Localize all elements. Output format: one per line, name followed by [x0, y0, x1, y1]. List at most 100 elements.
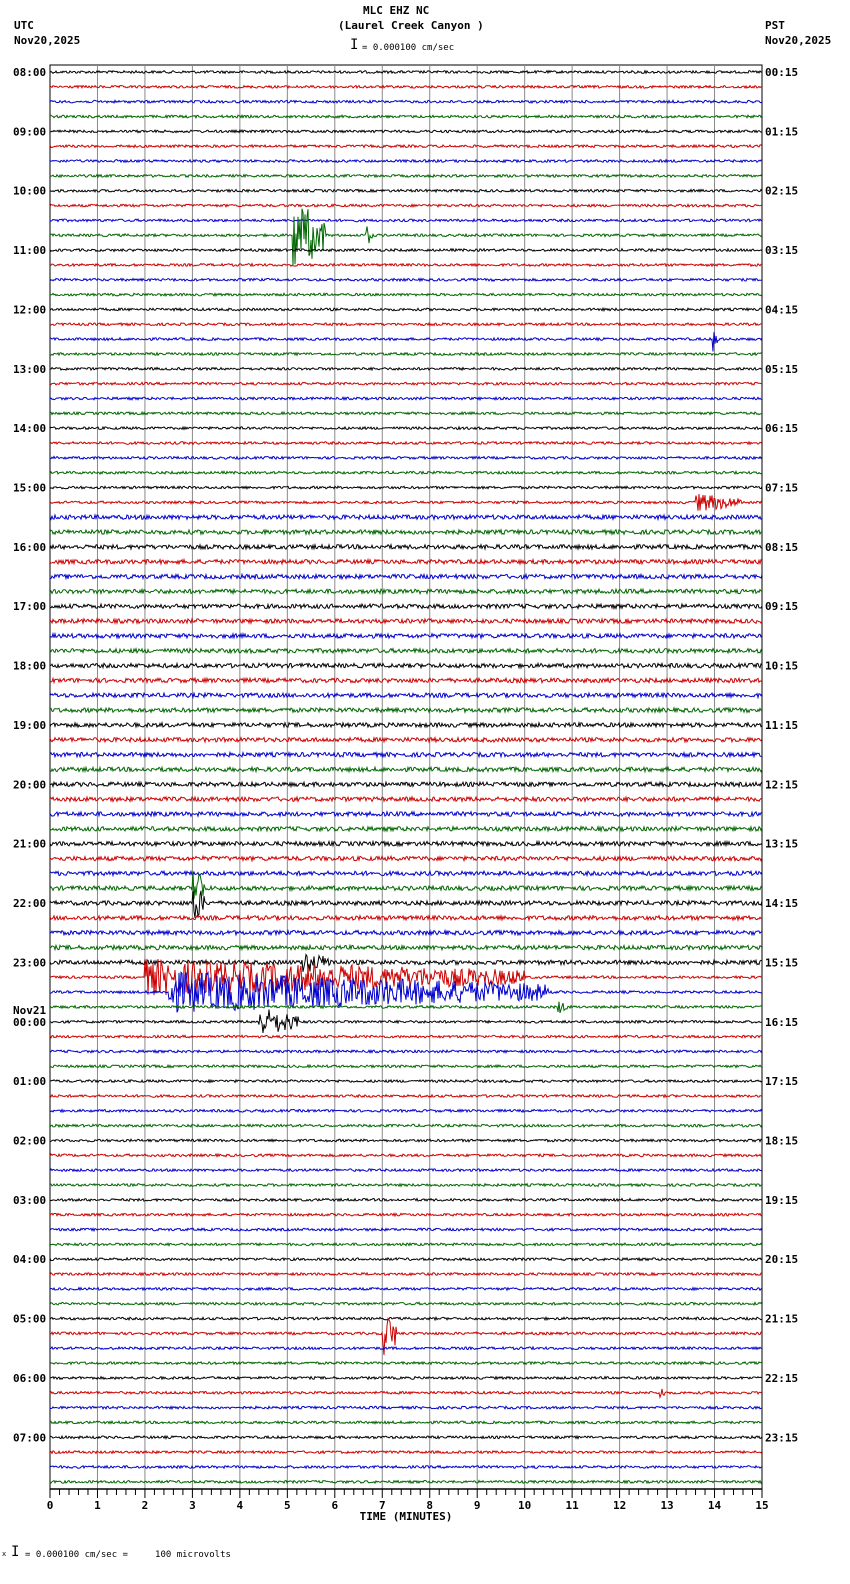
trace-26	[49, 455, 763, 461]
right-hour-label: 10:15	[765, 660, 798, 673]
trace-45	[49, 735, 763, 744]
right-hour-label: 23:15	[765, 1431, 798, 1444]
right-hour-label: 21:15	[765, 1313, 798, 1326]
right-hour-label: 01:15	[765, 125, 798, 138]
x-axis-label: TIME (MINUTES)	[360, 1510, 453, 1523]
trace-53	[49, 854, 763, 863]
trace-66	[49, 1048, 763, 1054]
right-hour-label: 11:15	[765, 719, 798, 732]
x-tick-label: 11	[566, 1499, 580, 1512]
trace-49	[49, 795, 763, 804]
trace-7	[49, 173, 763, 179]
trace-8	[49, 188, 763, 194]
left-hour-label: 07:00	[13, 1431, 46, 1444]
trace-21	[49, 381, 762, 386]
trace-41	[49, 676, 763, 685]
trace-12	[49, 247, 763, 253]
trace-57	[49, 913, 763, 923]
trace-50	[49, 810, 763, 818]
left-hour-label: 17:00	[13, 600, 46, 613]
left-hour-label: 11:00	[13, 244, 46, 257]
right-hour-label: 13:15	[765, 838, 798, 851]
trace-95	[49, 1479, 763, 1485]
trace-64	[49, 1009, 763, 1034]
left-hour-label: 02:00	[13, 1134, 46, 1147]
trace-39	[49, 647, 763, 655]
right-hour-label: 05:15	[765, 363, 798, 376]
left-hour-label: 18:00	[13, 660, 46, 673]
trace-24	[49, 425, 763, 431]
right-hour-label: 17:15	[765, 1075, 798, 1088]
trace-92	[49, 1434, 763, 1440]
trace-27	[49, 470, 763, 476]
left-hour-label: 16:00	[13, 541, 46, 554]
trace-10	[49, 217, 763, 223]
trace-83	[49, 1301, 763, 1307]
footer-prefix: x	[2, 1550, 7, 1558]
left-hour-label: 03:00	[13, 1194, 46, 1207]
left-hour-label: 04:00	[13, 1253, 46, 1266]
trace-11	[50, 208, 763, 266]
trace-47	[49, 765, 763, 774]
left-hour-label: 15:00	[13, 482, 46, 495]
trace-80	[49, 1256, 763, 1262]
x-tick-label: 15	[755, 1499, 768, 1512]
left-hour-label: 10:00	[13, 185, 46, 198]
trace-63	[49, 1001, 763, 1014]
left-hour-label: 05:00	[13, 1313, 46, 1326]
trace-20	[49, 366, 763, 372]
trace-15	[49, 292, 763, 298]
trace-67	[49, 1063, 763, 1069]
trace-48	[49, 780, 763, 789]
x-tick-label: 14	[708, 1499, 722, 1512]
trace-84	[49, 1315, 763, 1322]
left-hour-label: 20:00	[13, 778, 46, 791]
right-hour-label: 20:15	[765, 1253, 798, 1266]
trace-5	[49, 143, 763, 149]
trace-76	[49, 1197, 763, 1203]
date-change-label: Nov21	[13, 1004, 46, 1017]
trace-54	[49, 869, 763, 878]
x-tick-label: 1	[94, 1499, 101, 1512]
trace-18	[49, 332, 763, 352]
trace-0	[49, 69, 763, 75]
trace-91	[49, 1419, 763, 1425]
trace-58	[49, 928, 763, 937]
left-hour-label: 23:00	[13, 956, 46, 969]
x-tick-label: 3	[189, 1499, 196, 1512]
trace-56	[49, 890, 763, 918]
x-tick-label: 5	[284, 1499, 291, 1512]
trace-25	[49, 440, 763, 446]
left-hour-label: 12:00	[13, 303, 46, 316]
right-hour-label: 16:15	[765, 1016, 798, 1029]
x-tick-label: 12	[613, 1499, 626, 1512]
trace-72	[49, 1138, 763, 1144]
x-tick-label: 2	[142, 1499, 149, 1512]
trace-30	[49, 513, 763, 522]
trace-37	[49, 617, 763, 626]
left-hour-label: 09:00	[13, 125, 46, 138]
right-hour-label: 06:15	[765, 422, 798, 435]
trace-44	[49, 720, 763, 729]
right-hour-label: 22:15	[765, 1372, 798, 1385]
right-hour-label: 02:15	[765, 185, 798, 198]
trace-33	[49, 557, 763, 566]
trace-61	[49, 958, 763, 996]
x-tick-label: 13	[660, 1499, 673, 1512]
trace-46	[49, 750, 763, 759]
trace-78	[49, 1227, 763, 1233]
left-hour-label: 00:00	[13, 1016, 46, 1029]
trace-87	[49, 1360, 763, 1366]
trace-23	[49, 410, 763, 416]
x-tick-label: 4	[237, 1499, 244, 1512]
right-hour-label: 15:15	[765, 956, 798, 969]
left-hour-label: 14:00	[13, 422, 46, 435]
trace-14	[49, 277, 763, 283]
trace-17	[49, 321, 763, 327]
left-hour-label: 01:00	[13, 1075, 46, 1088]
left-hour-label: 19:00	[13, 719, 46, 732]
right-hour-label: 08:15	[765, 541, 798, 554]
trace-65	[49, 1034, 763, 1039]
trace-59	[49, 943, 763, 952]
trace-75	[49, 1182, 763, 1188]
